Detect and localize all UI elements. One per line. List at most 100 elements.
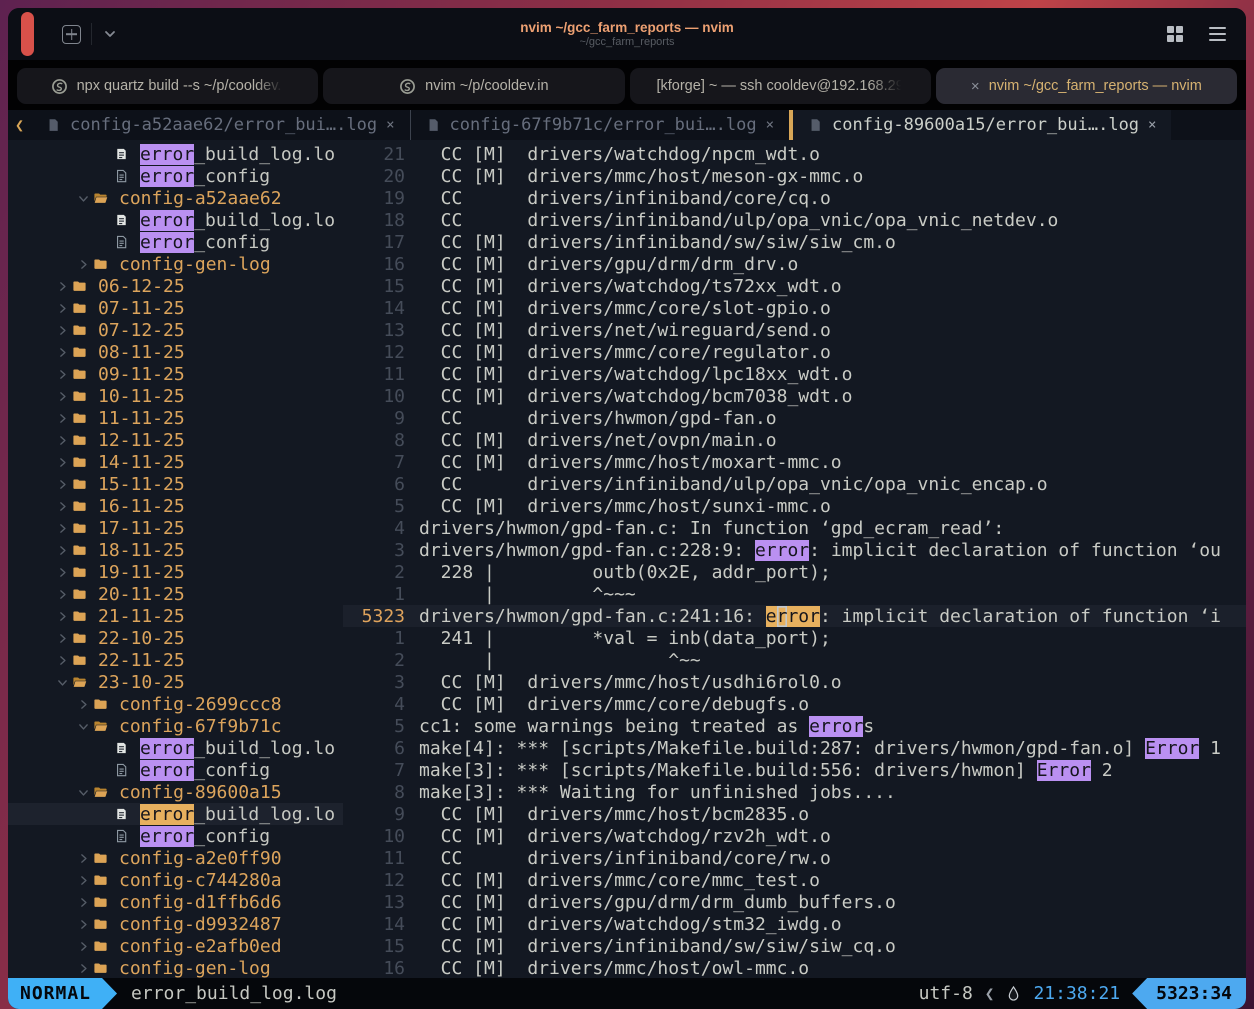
- chevron-right-icon[interactable]: [77, 874, 90, 887]
- tree-item[interactable]: error_config: [8, 759, 343, 781]
- buffer-line[interactable]: 8 CC [M] drivers/net/ovpn/main.o: [343, 429, 1246, 451]
- tree-item[interactable]: 14-11-25: [8, 451, 343, 473]
- tree-item[interactable]: 11-11-25: [8, 407, 343, 429]
- buffer-line[interactable]: 12 CC [M] drivers/mmc/core/mmc_test.o: [343, 869, 1246, 891]
- buffer-line[interactable]: 1 241 | *val = inb(data_port);: [343, 627, 1246, 649]
- chevron-down-icon[interactable]: [77, 720, 90, 733]
- tree-item[interactable]: config-d9932487: [8, 913, 343, 935]
- buffer-line[interactable]: 7make[3]: *** [scripts/Makefile.build:55…: [343, 759, 1246, 781]
- tree-item[interactable]: config-67f9b71c: [8, 715, 343, 737]
- buffer-line[interactable]: 18 CC drivers/infiniband/ulp/opa_vnic/op…: [343, 209, 1246, 231]
- buffer-line[interactable]: 19 CC drivers/infiniband/core/cq.o: [343, 187, 1246, 209]
- chevron-right-icon[interactable]: [56, 500, 69, 513]
- chevron-right-icon[interactable]: [77, 918, 90, 931]
- chevron-right-icon[interactable]: [56, 478, 69, 491]
- tree-item[interactable]: 12-11-25: [8, 429, 343, 451]
- tree-item[interactable]: 07-12-25: [8, 319, 343, 341]
- buffer-line[interactable]: 21 CC [M] drivers/watchdog/npcm_wdt.o: [343, 143, 1246, 165]
- menu-icon[interactable]: [1209, 27, 1226, 41]
- buffer-line[interactable]: 16 CC [M] drivers/gpu/drm/drm_drv.o: [343, 253, 1246, 275]
- chevron-right-icon[interactable]: [77, 896, 90, 909]
- chevron-right-icon[interactable]: [56, 280, 69, 293]
- terminal-tab[interactable]: npx quartz build --s ~/p/cooldev.i: [17, 68, 318, 104]
- tree-item[interactable]: config-gen-log: [8, 957, 343, 978]
- tree-item[interactable]: 21-11-25: [8, 605, 343, 627]
- tree-item[interactable]: 22-10-25: [8, 627, 343, 649]
- tree-item[interactable]: 09-11-25: [8, 363, 343, 385]
- chevron-right-icon[interactable]: [56, 588, 69, 601]
- buffer-line[interactable]: 13 CC [M] drivers/gpu/drm/drm_dumb_buffe…: [343, 891, 1246, 913]
- buffer-line[interactable]: 5cc1: some warnings being treated as err…: [343, 715, 1246, 737]
- buffer-line[interactable]: 4 CC [M] drivers/mmc/core/debugfs.o: [343, 693, 1246, 715]
- tabline-scroll-indicator[interactable]: ❮: [8, 110, 31, 140]
- buffer-tab-close-icon[interactable]: ×: [1148, 117, 1156, 133]
- chevron-down-icon[interactable]: [77, 192, 90, 205]
- chevron-right-icon[interactable]: [56, 390, 69, 403]
- new-tab-icon[interactable]: [62, 25, 81, 44]
- tree-item[interactable]: config-a52aae62: [8, 187, 343, 209]
- tree-item[interactable]: 08-11-25: [8, 341, 343, 363]
- buffer-tab[interactable]: config-a52aae62/error_bui….log×: [31, 110, 409, 140]
- tree-item[interactable]: 18-11-25: [8, 539, 343, 561]
- chevron-right-icon[interactable]: [56, 346, 69, 359]
- buffer-line[interactable]: 15 CC [M] drivers/infiniband/sw/siw/siw_…: [343, 935, 1246, 957]
- buffer-line[interactable]: 12 CC [M] drivers/mmc/core/regulator.o: [343, 341, 1246, 363]
- tree-item[interactable]: 22-11-25: [8, 649, 343, 671]
- tree-item[interactable]: config-89600a15: [8, 781, 343, 803]
- buffer-tab-close-icon[interactable]: ×: [386, 117, 394, 133]
- tree-item[interactable]: 10-11-25: [8, 385, 343, 407]
- terminal-tab[interactable]: ×nvim ~/gcc_farm_reports — nvim: [936, 68, 1237, 104]
- tab-close-icon[interactable]: ×: [971, 78, 980, 95]
- chevron-right-icon[interactable]: [56, 324, 69, 337]
- terminal-tab[interactable]: [kforge] ~ — ssh cooldev@192.168.29: [630, 68, 931, 104]
- buffer-line[interactable]: 2 | ^~~: [343, 649, 1246, 671]
- buffer-line[interactable]: 15 CC [M] drivers/watchdog/ts72xx_wdt.o: [343, 275, 1246, 297]
- chevron-down-icon[interactable]: [102, 26, 118, 42]
- chevron-right-icon[interactable]: [56, 368, 69, 381]
- chevron-right-icon[interactable]: [56, 632, 69, 645]
- tree-item[interactable]: 07-11-25: [8, 297, 343, 319]
- buffer-line[interactable]: 5 CC [M] drivers/mmc/host/sunxi-mmc.o: [343, 495, 1246, 517]
- chevron-right-icon[interactable]: [56, 544, 69, 557]
- buffer-line[interactable]: 20 CC [M] drivers/mmc/host/meson-gx-mmc.…: [343, 165, 1246, 187]
- buffer-line[interactable]: 6make[4]: *** [scripts/Makefile.build:28…: [343, 737, 1246, 759]
- buffer-tab-close-icon[interactable]: ×: [766, 117, 774, 133]
- tree-item[interactable]: config-d1ffb6d6: [8, 891, 343, 913]
- chevron-right-icon[interactable]: [77, 962, 90, 975]
- buffer-tab[interactable]: config-89600a15/error_bui….log×: [789, 110, 1171, 140]
- tree-item[interactable]: error_config: [8, 825, 343, 847]
- buffer-line[interactable]: 17 CC [M] drivers/infiniband/sw/siw/siw_…: [343, 231, 1246, 253]
- buffer-line[interactable]: 3 CC [M] drivers/mmc/host/usdhi6rol0.o: [343, 671, 1246, 693]
- tree-item[interactable]: error_build_log.lo: [8, 209, 343, 231]
- chevron-right-icon[interactable]: [77, 940, 90, 953]
- chevron-right-icon[interactable]: [77, 698, 90, 711]
- buffer-line[interactable]: 14 CC [M] drivers/mmc/core/slot-gpio.o: [343, 297, 1246, 319]
- buffer-line[interactable]: 10 CC [M] drivers/watchdog/bcm7038_wdt.o: [343, 385, 1246, 407]
- tree-item[interactable]: 06-12-25: [8, 275, 343, 297]
- tree-item[interactable]: 16-11-25: [8, 495, 343, 517]
- tree-item[interactable]: error_config: [8, 165, 343, 187]
- chevron-right-icon[interactable]: [56, 654, 69, 667]
- buffer-line[interactable]: 3drivers/hwmon/gpd-fan.c:228:9: error: i…: [343, 539, 1246, 561]
- buffer-line[interactable]: 13 CC [M] drivers/net/wireguard/send.o: [343, 319, 1246, 341]
- chevron-right-icon[interactable]: [77, 852, 90, 865]
- tree-item[interactable]: error_build_log.lo: [8, 143, 343, 165]
- tree-item[interactable]: error_build_log.lo: [8, 803, 343, 825]
- buffer-line[interactable]: 6 CC drivers/infiniband/ulp/opa_vnic/opa…: [343, 473, 1246, 495]
- tree-item[interactable]: config-c744280a: [8, 869, 343, 891]
- buffer-line[interactable]: 1 | ^~~~: [343, 583, 1246, 605]
- chevron-down-icon[interactable]: [77, 786, 90, 799]
- chevron-right-icon[interactable]: [56, 610, 69, 623]
- tree-item[interactable]: 23-10-25: [8, 671, 343, 693]
- buffer-line[interactable]: 14 CC [M] drivers/watchdog/stm32_iwdg.o: [343, 913, 1246, 935]
- tree-item[interactable]: config-gen-log: [8, 253, 343, 275]
- tree-item[interactable]: 19-11-25: [8, 561, 343, 583]
- buffer-line[interactable]: 7 CC [M] drivers/mmc/host/moxart-mmc.o: [343, 451, 1246, 473]
- tree-item[interactable]: config-e2afb0ed: [8, 935, 343, 957]
- buffer-line[interactable]: 4drivers/hwmon/gpd-fan.c: In function ‘g…: [343, 517, 1246, 539]
- chevron-right-icon[interactable]: [56, 522, 69, 535]
- chevron-down-icon[interactable]: [56, 676, 69, 689]
- buffer-line[interactable]: 11 CC drivers/infiniband/core/rw.o: [343, 847, 1246, 869]
- buffer-tab[interactable]: config-67f9b71c/error_bui….log×: [410, 110, 789, 140]
- tree-item[interactable]: 15-11-25: [8, 473, 343, 495]
